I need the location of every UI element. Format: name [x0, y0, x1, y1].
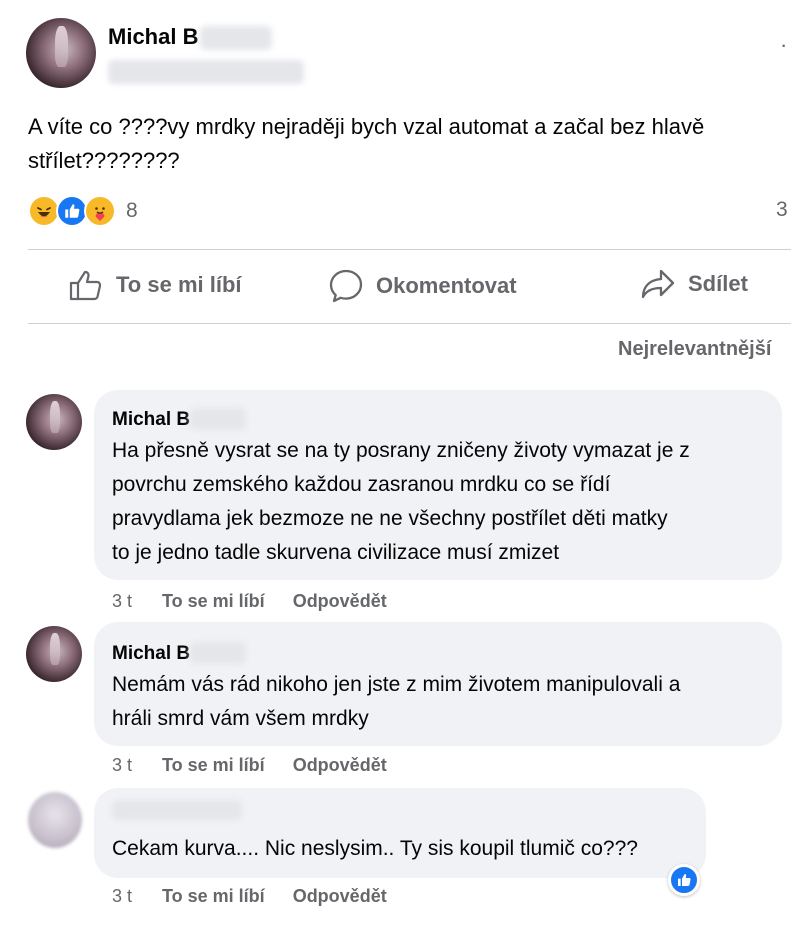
more-options-icon[interactable]: · [780, 34, 787, 56]
comment-avatar[interactable] [26, 626, 82, 682]
comment-avatar[interactable] [28, 792, 82, 848]
comment-time[interactable]: 3 t [112, 886, 162, 907]
comment-time[interactable]: 3 t [112, 591, 162, 612]
comment-button-label: Okomentovat [376, 273, 517, 298]
comment-like-link[interactable]: To se mi líbí [162, 591, 265, 612]
comment-meta: 3 t To se mi líbí Odpovědět [112, 755, 387, 776]
comment-line: Ha přesně vysrat se na ty posrany zničen… [112, 439, 690, 462]
comment-line: Cekam kurva.... Nic neslysim.. Ty sis ko… [112, 837, 638, 860]
comment-count[interactable]: 3 [776, 198, 788, 222]
divider-bottom [28, 323, 791, 324]
reaction-count: 8 [126, 199, 138, 222]
care-icon [84, 195, 116, 227]
comment-text: Ha přesně vysrat se na ty posrany zničen… [112, 434, 772, 570]
thumbs-up-icon [69, 270, 102, 301]
comment-reply-link[interactable]: Odpovědět [293, 755, 387, 776]
comment-sort-dropdown[interactable]: Nejrelevantnější [618, 338, 771, 361]
author-name-redaction [200, 26, 272, 50]
author-name-redaction [190, 408, 246, 430]
comment-text: Cekam kurva.... Nic neslysim.. Ty sis ko… [112, 832, 702, 866]
comment-avatar[interactable] [26, 394, 82, 450]
comment-line: povrchu zemského každou zasranou mrdku c… [112, 473, 611, 496]
post-timestamp-redaction [108, 60, 304, 84]
comment-like-link[interactable]: To se mi líbí [162, 755, 265, 776]
comment-icon [329, 269, 363, 303]
share-icon [641, 269, 675, 299]
post-text: A víte co ????vy mrdky nejraději bych vz… [28, 114, 705, 173]
comment-reply-link[interactable]: Odpovědět [293, 591, 387, 612]
author-name-redaction [190, 642, 246, 664]
comment-button[interactable]: Okomentovat [328, 268, 517, 304]
comment-meta: 3 t To se mi líbí Odpovědět [112, 591, 387, 612]
comment-author[interactable]: Michal B [112, 409, 190, 431]
like-icon [678, 874, 691, 886]
like-button[interactable]: To se mi líbí [68, 268, 242, 302]
share-button[interactable]: Sdílet [640, 268, 748, 300]
comment-line: Nemám vás rád nikoho jen jste z mim živo… [112, 673, 681, 696]
comment-line: hráli smrd vám všem mrdky [112, 707, 369, 730]
post-author-avatar[interactable] [26, 18, 96, 88]
reactions-summary[interactable]: 8 [28, 194, 138, 228]
like-button-label: To se mi líbí [116, 272, 242, 297]
like-reaction-badge[interactable] [668, 864, 700, 896]
comment-like-link[interactable]: To se mi líbí [162, 886, 265, 907]
comment-line: to je jedno tadle skurvena civilizace mu… [112, 541, 560, 564]
divider-top [28, 249, 791, 250]
author-name-redaction [112, 800, 242, 820]
comment-text: Nemám vás rád nikoho jen jste z mim živo… [112, 668, 772, 736]
comment-author[interactable]: Michal B [112, 643, 190, 665]
share-button-label: Sdílet [688, 271, 748, 296]
comment-time[interactable]: 3 t [112, 755, 162, 776]
comment-reply-link[interactable]: Odpovědět [293, 886, 387, 907]
post-author-name[interactable]: Michal B [108, 24, 198, 50]
comment-meta: 3 t To se mi líbí Odpovědět [112, 886, 387, 907]
comment-line: pravydlama jek bezmoze ne ne všechny pos… [112, 507, 668, 530]
